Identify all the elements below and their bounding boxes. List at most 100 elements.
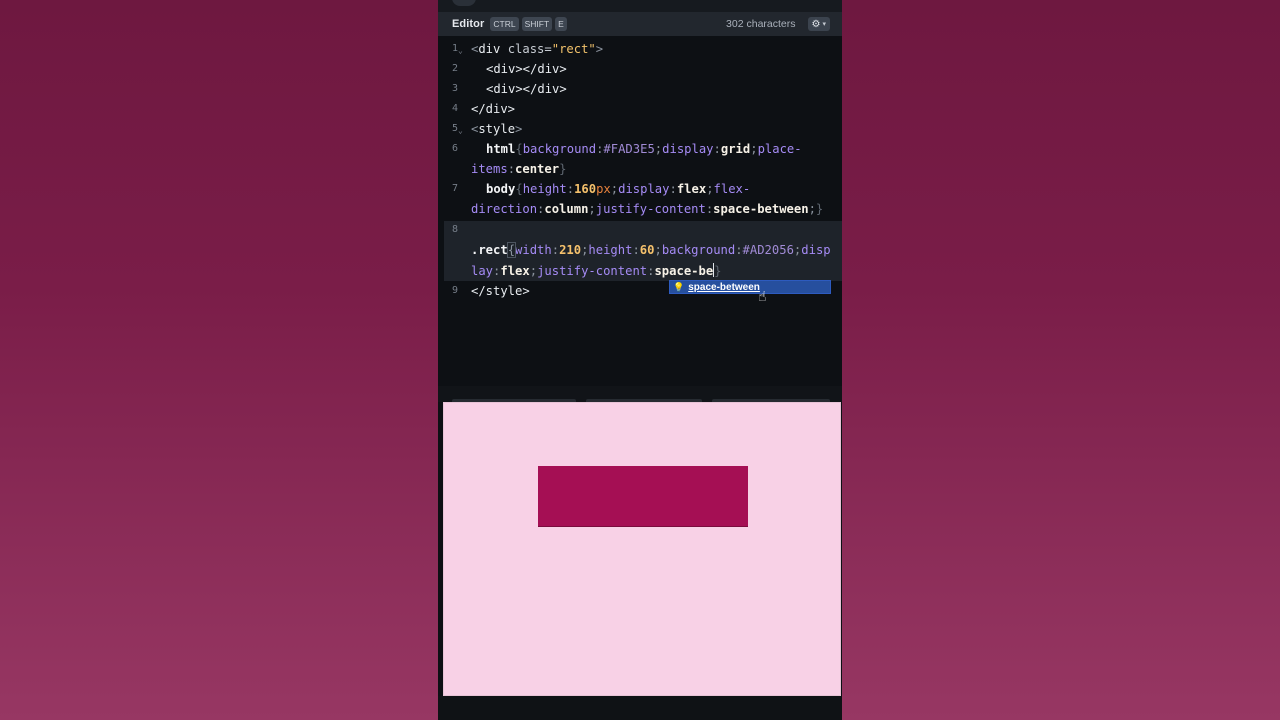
token: direction: [471, 202, 538, 216]
character-count: 302 characters: [726, 18, 796, 30]
token: height: [588, 243, 633, 257]
token: body: [486, 182, 516, 196]
line-number: 4: [451, 103, 458, 114]
token: 160: [574, 182, 597, 196]
token: space-between: [713, 202, 809, 216]
token: {: [515, 182, 523, 196]
token: disp: [801, 243, 831, 257]
token: }: [815, 202, 824, 216]
line-number: 7: [451, 183, 458, 194]
token: justify-content: [595, 202, 706, 216]
line-number: 9: [451, 285, 458, 296]
pane-divider[interactable]: [438, 386, 842, 402]
gear-icon: ⚙: [811, 18, 821, 30]
token: flex: [500, 264, 530, 278]
token: 60: [639, 243, 655, 257]
token: style: [478, 122, 516, 136]
chevron-down-icon: ▾: [822, 21, 826, 28]
code-line-6[interactable]: html{background:#FAD3E5;display:grid;pla…: [486, 142, 802, 156]
code-line-8-wrap[interactable]: lay:flex;justify-content:space-be}: [471, 263, 722, 278]
line-number: 8: [451, 224, 458, 235]
token: :: [507, 162, 516, 176]
preview-rect: [538, 466, 748, 527]
token: items: [471, 162, 508, 176]
code-playground: Editor CTRL SHIFT E 302 characters ⚙ ▾ 1 …: [438, 0, 842, 720]
code-line-9[interactable]: </style>: [471, 284, 530, 298]
token: .rect: [471, 243, 508, 257]
code-line-8[interactable]: .rect{width:210;height:60;background:#AD…: [471, 242, 831, 258]
token: 210: [559, 243, 582, 257]
code-line-4[interactable]: </div>: [471, 102, 515, 116]
token: display: [662, 142, 714, 156]
token: background: [661, 243, 736, 257]
token: html: [486, 142, 516, 156]
token: column: [544, 202, 589, 216]
shortcut-key-shift: SHIFT: [521, 17, 553, 31]
line-number: 6: [451, 143, 458, 154]
code-line-7-wrap[interactable]: direction:column;justify-content:space-b…: [471, 202, 823, 216]
line-number: 2: [451, 63, 458, 74]
line-number: 1: [451, 43, 458, 54]
token: center: [515, 162, 560, 176]
code-line-2[interactable]: <div></div>: [486, 62, 567, 76]
left-backdrop: [0, 0, 438, 720]
token: ;: [588, 202, 596, 216]
window-handle[interactable]: [452, 0, 476, 6]
settings-button[interactable]: ⚙ ▾: [807, 17, 830, 31]
token: ;: [750, 142, 758, 156]
code-line-5[interactable]: <style>: [471, 122, 522, 136]
token: :: [566, 182, 575, 196]
token: width: [515, 243, 552, 257]
token: height: [522, 182, 567, 196]
code-line-7[interactable]: body{height:160px;display:flex;flex-: [486, 182, 750, 196]
autocomplete-popup[interactable]: 💡 space-between: [669, 280, 831, 294]
token: }: [559, 162, 567, 176]
token: :: [551, 243, 560, 257]
right-backdrop: [842, 0, 1280, 720]
token: justify-content: [537, 264, 648, 278]
token: flex-: [713, 182, 751, 196]
token: >: [515, 122, 523, 136]
lightbulb-icon: 💡: [673, 281, 685, 292]
token: class=: [500, 42, 552, 56]
token: }: [714, 264, 722, 278]
code-line-1[interactable]: <div class="rect">: [471, 42, 603, 56]
autocomplete-option-space-between[interactable]: space-between: [688, 282, 760, 293]
token: :: [713, 142, 721, 156]
token: ;: [808, 202, 816, 216]
fold-chevron-icon[interactable]: ⌄: [458, 126, 463, 135]
token: {: [506, 242, 517, 258]
token: ;: [654, 243, 662, 257]
token: >: [595, 42, 604, 56]
token: space-be: [654, 264, 714, 278]
token: :: [735, 243, 743, 257]
token: grid: [720, 142, 751, 156]
token: display: [618, 182, 670, 196]
token: :: [632, 243, 640, 257]
line-number: 3: [451, 83, 458, 94]
bottom-bar: [438, 696, 842, 720]
editor-toolbar: Editor CTRL SHIFT E 302 characters ⚙ ▾: [438, 12, 842, 36]
token: ;: [706, 182, 714, 196]
preview-output: [443, 402, 841, 696]
token: #AD2056: [742, 243, 794, 257]
token: flex: [676, 182, 707, 196]
editor-title: Editor: [452, 18, 485, 30]
token: div: [478, 42, 501, 56]
code-line-3[interactable]: <div></div>: [486, 82, 567, 96]
token: px: [596, 182, 611, 196]
token: background: [522, 142, 597, 156]
token: place-: [757, 142, 802, 156]
token: ;: [529, 264, 538, 278]
token: lay: [471, 264, 494, 278]
window-topbar: [438, 0, 842, 12]
token: #FAD3E5: [603, 142, 655, 156]
token: "rect": [551, 42, 596, 56]
shortcut-key-e: E: [555, 17, 567, 31]
code-line-6-wrap[interactable]: items:center}: [471, 162, 566, 176]
code-editor[interactable]: 1 ⌄ <div class="rect"> 2 <div></div> 3 <…: [438, 40, 842, 386]
token: {: [515, 142, 523, 156]
fold-chevron-icon[interactable]: ⌄: [458, 46, 463, 55]
shortcut-key-ctrl: CTRL: [490, 17, 519, 31]
hand-pointer-icon: ☝: [758, 289, 767, 305]
